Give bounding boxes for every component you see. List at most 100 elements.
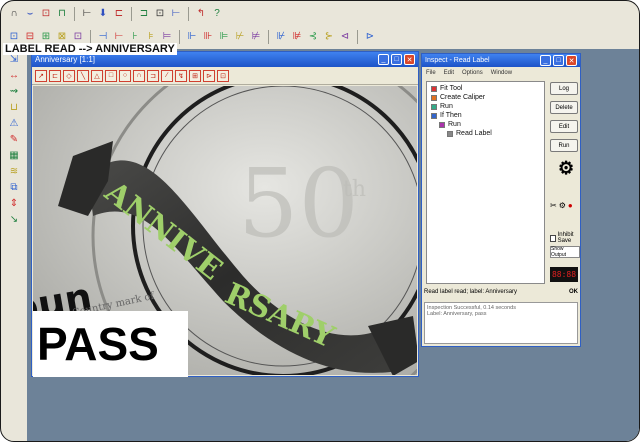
scissors-icon[interactable]: ✂ (550, 201, 557, 210)
left-tool-icon[interactable]: ⇕ (7, 197, 21, 211)
image-tool-icon[interactable]: ∕ (161, 69, 173, 82)
image-tool-icon[interactable]: ╲ (77, 69, 89, 82)
image-tool-icon[interactable]: ○ (119, 69, 131, 82)
toolbar-button-icon[interactable]: ⊞ (39, 30, 53, 44)
gear-icon[interactable]: ⚙ (559, 201, 566, 210)
toolbar-button-icon[interactable]: ⊡ (71, 30, 85, 44)
toolbar-button-icon[interactable]: ⊳ (363, 30, 377, 44)
inhibit-save-checkbox[interactable]: Inhibit Save (550, 232, 580, 244)
tree-node-icon (431, 94, 437, 101)
left-tool-icon[interactable]: ↘ (7, 213, 21, 227)
tree-node-label: If Then (440, 112, 462, 119)
toolbar-button-icon[interactable]: ⊮ (274, 30, 288, 44)
menu-item[interactable]: Options (462, 70, 483, 76)
toolbar-button-icon[interactable]: ↰ (194, 7, 208, 21)
tool-action-button[interactable]: Run (550, 139, 578, 152)
sensor-icon: ⚙ (558, 158, 575, 178)
svg-text:50: 50 (238, 149, 359, 259)
image-tool-icon[interactable]: △ (91, 69, 103, 82)
image-window-title: Anniversary [1:1] (35, 55, 96, 64)
toolbar-button-icon[interactable]: ⊪ (201, 30, 215, 44)
toolbar-button-icon[interactable]: ⌣ (23, 7, 37, 21)
toolbar-button-icon[interactable]: ⊫ (217, 30, 231, 44)
left-tool-icon[interactable]: ⧉ (7, 181, 21, 195)
tree-node[interactable]: Run (427, 120, 544, 129)
menu-item[interactable]: Window (491, 70, 512, 76)
toolbar-button-icon[interactable]: ⊦ (128, 30, 142, 44)
tree-node-label: Run (440, 103, 453, 110)
toolbar-button-icon[interactable]: ⊏ (112, 7, 126, 21)
left-tool-icon[interactable]: ⊔ (7, 101, 21, 115)
image-tool-icon[interactable]: ⊳ (203, 69, 215, 82)
checkbox-icon (550, 234, 556, 242)
image-tool-icon[interactable]: ↗ (35, 69, 47, 82)
menu-item[interactable]: File (426, 70, 436, 76)
maximize-icon[interactable]: □ (553, 55, 564, 66)
tree-node-label: Fit Tool (440, 85, 463, 92)
toolbar-button-icon[interactable]: ⊠ (55, 30, 69, 44)
image-tool-icon[interactable]: ◇ (63, 69, 75, 82)
toolbar-button-icon[interactable]: ⊟ (23, 30, 37, 44)
tree-node[interactable]: Fit Tool (427, 84, 544, 93)
show-output-field[interactable]: Show Output (550, 246, 580, 258)
toolbar-button-icon[interactable]: ⊲ (338, 30, 352, 44)
tree-node[interactable]: Create Caliper (427, 93, 544, 102)
left-tool-icon[interactable]: ⚠ (7, 117, 21, 131)
image-tool-icon[interactable]: □ (105, 69, 117, 82)
left-tool-icon[interactable]: ✎ (7, 133, 21, 147)
left-tool-icon[interactable]: ↔ (7, 69, 21, 83)
left-tool-icon[interactable]: ▦ (7, 149, 21, 163)
toolbar-button-icon[interactable]: ? (210, 7, 224, 21)
tree-node-label: Read Label (456, 130, 492, 137)
image-tool-icon[interactable]: ⊐ (147, 69, 159, 82)
toolbar-button-icon[interactable]: ⊓ (55, 7, 69, 21)
toolbar-button-icon[interactable]: ⊐ (137, 7, 151, 21)
left-tool-icon[interactable]: ⇝ (7, 85, 21, 99)
toolbar-button-icon[interactable]: ⊡ (153, 7, 167, 21)
image-tool-icon[interactable]: ⊡ (217, 69, 229, 82)
toolbar-button-icon[interactable]: ⊱ (322, 30, 336, 44)
toolbar-button-icon[interactable]: ⊩ (185, 30, 199, 44)
tree-node[interactable]: If Then (427, 111, 544, 120)
tree-node[interactable]: Run (427, 102, 544, 111)
toolbar-button-icon[interactable]: ⊢ (112, 30, 126, 44)
menu-item[interactable]: Edit (444, 70, 454, 76)
minimize-icon[interactable]: _ (540, 55, 551, 66)
image-tool-icon[interactable]: ∩ (133, 69, 145, 82)
image-tool-icon[interactable]: ⊏ (49, 69, 61, 82)
toolbar-button-icon[interactable]: ⊣ (96, 30, 110, 44)
minimize-icon[interactable]: _ (378, 54, 389, 65)
toolbar-button-icon[interactable]: ⊯ (290, 30, 304, 44)
tree-node[interactable]: Read Label (427, 129, 544, 138)
output-log[interactable]: Inspection Successful, 0.14 seconds Label… (424, 302, 578, 344)
tool-icon-row: ✂ ⚙ ● (550, 201, 573, 210)
close-icon[interactable]: ✕ (566, 55, 577, 66)
stop-icon[interactable]: ● (568, 201, 573, 210)
left-tool-icon[interactable]: ⇲ (7, 53, 21, 67)
toolbar-button-icon[interactable]: ⊬ (233, 30, 247, 44)
left-tool-icon[interactable]: ≋ (7, 165, 21, 179)
tree-node-icon (431, 112, 437, 119)
toolbar-button-icon[interactable]: ⊰ (306, 30, 320, 44)
pass-result: PASS (33, 311, 188, 377)
image-tool-icon[interactable]: ↯ (175, 69, 187, 82)
inspection-tool-window[interactable]: Inspect - Read Label _ □ ✕ File Edit Optio… (421, 53, 581, 347)
maximize-icon[interactable]: □ (391, 54, 402, 65)
close-icon[interactable]: ✕ (404, 54, 415, 65)
tool-action-button[interactable]: Delete (550, 101, 578, 114)
image-tool-icon[interactable]: ⊞ (189, 69, 201, 82)
toolbar-button-icon[interactable]: ⊭ (249, 30, 263, 44)
toolbar-button-icon[interactable]: ⊢ (80, 7, 94, 21)
toolbar-button-icon[interactable]: ⊡ (39, 7, 53, 21)
toolbar-button-icon[interactable]: ⊢ (169, 7, 183, 21)
toolbar-button-icon[interactable]: ⊧ (144, 30, 158, 44)
toolbar-button-icon[interactable]: ∩ (7, 7, 21, 21)
tool-action-button[interactable]: Edit (550, 120, 578, 133)
tool-window-titlebar[interactable]: Inspect - Read Label _ □ ✕ (422, 54, 580, 67)
tool-action-button[interactable]: Log (550, 82, 578, 95)
toolbar-button-icon[interactable]: ⊨ (160, 30, 174, 44)
inspection-tree[interactable]: Fit Tool Create Caliper Run If Then Run Read … (426, 81, 545, 284)
toolbar-button-icon[interactable]: ⬇ (96, 7, 110, 21)
label-read-text: LABEL READ --> ANNIVERSARY (3, 43, 177, 55)
toolbar-button-icon[interactable]: ⊡ (7, 30, 21, 44)
